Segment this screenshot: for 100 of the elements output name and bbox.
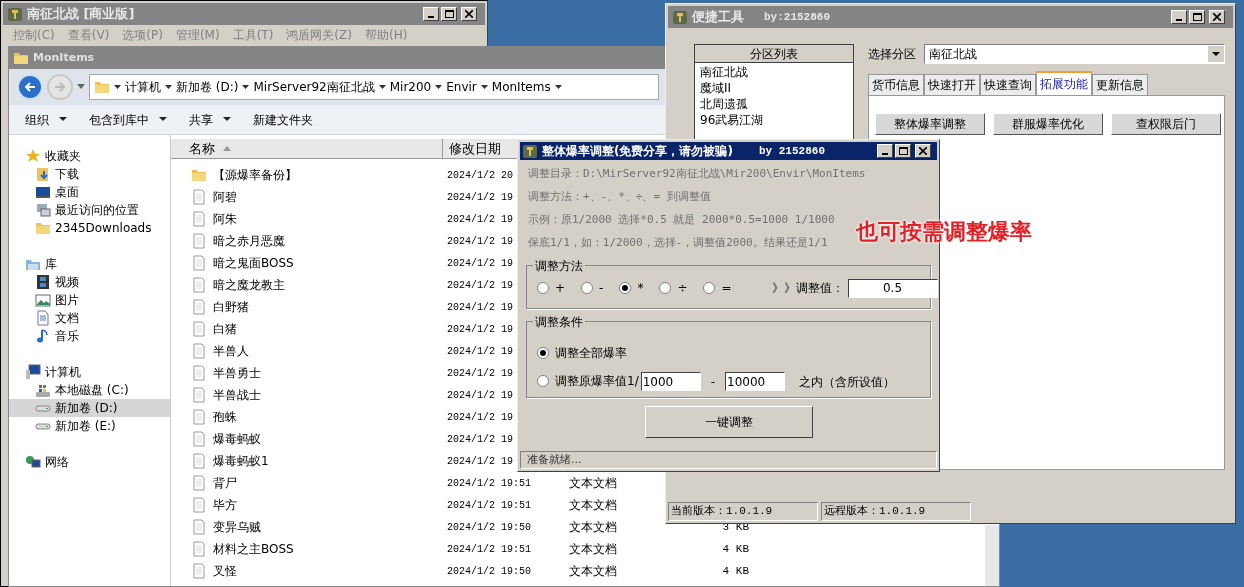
radio-button[interactable]: [537, 347, 549, 359]
partition-item[interactable]: 魔域II: [695, 79, 853, 95]
min-rate-field[interactable]: 1000: [640, 372, 701, 391]
file-name[interactable]: 阿碧: [213, 188, 237, 206]
minimize-button[interactable]: [1171, 10, 1187, 24]
radio-button[interactable]: [537, 282, 549, 294]
status-field: 当前版本：1.0.1.9: [668, 502, 818, 521]
nav-item[interactable]: 音乐: [9, 327, 170, 345]
folder-icon: [191, 167, 207, 183]
partition-item[interactable]: 南征北战: [695, 63, 853, 79]
back-button[interactable]: [17, 74, 43, 100]
value-field[interactable]: 0.5: [847, 278, 938, 298]
partition-item[interactable]: 北周遗孤: [695, 95, 853, 111]
column-header[interactable]: 名称: [171, 139, 443, 158]
radio-label[interactable]: =: [721, 279, 732, 297]
breadcrumb-item[interactable]: Envir: [446, 78, 477, 96]
feature-button[interactable]: 查权限后门: [1111, 113, 1221, 135]
radio-label[interactable]: 调整全部爆率: [555, 344, 627, 362]
film-icon: [35, 274, 51, 290]
app-icon: [7, 6, 23, 22]
breadcrumb-item[interactable]: MirServer92南征北战: [253, 78, 375, 96]
tab[interactable]: 快速查询: [980, 74, 1036, 95]
toolbar-button[interactable]: 共享: [189, 110, 231, 129]
nav-item[interactable]: 图片: [9, 291, 170, 309]
music-note-icon: [35, 328, 51, 344]
radio-label[interactable]: -: [599, 279, 604, 297]
radio-label[interactable]: 调整原爆率值1/: [555, 372, 639, 390]
toolbar-button[interactable]: 组织: [25, 110, 67, 129]
maximize-button[interactable]: [1189, 10, 1205, 24]
file-name[interactable]: 毕方: [213, 496, 237, 514]
close-button[interactable]: [915, 144, 931, 158]
feature-button[interactable]: 群服爆率优化: [993, 113, 1103, 135]
file-name[interactable]: 背尸: [213, 474, 237, 492]
nav-item[interactable]: 下载: [9, 165, 170, 183]
radio-label[interactable]: ÷: [677, 279, 688, 297]
file-name[interactable]: 爆毒蚂蚁1: [213, 452, 269, 470]
file-name[interactable]: 材料之主BOSS: [213, 540, 294, 558]
file-name[interactable]: 阿朱: [213, 210, 237, 228]
close-button[interactable]: [461, 7, 477, 21]
file-name[interactable]: 半兽战士: [213, 386, 261, 404]
tab[interactable]: 拓展功能: [1036, 71, 1092, 95]
breadcrumb-item[interactable]: 计算机: [125, 78, 161, 96]
vertical-scrollbar[interactable]: [985, 525, 999, 586]
picture-icon: [35, 292, 51, 308]
file-name[interactable]: 变异乌贼: [213, 518, 261, 536]
nav-item[interactable]: 新加卷 (D:): [9, 399, 170, 417]
partition-item[interactable]: 96武易江湖: [695, 111, 853, 127]
toolbar-button[interactable]: 包含到库中: [89, 110, 167, 129]
nav-item[interactable]: 最近访问的位置: [9, 201, 170, 219]
radio-button[interactable]: [619, 282, 632, 294]
app-icon: [672, 9, 688, 25]
nav-item[interactable]: 网络: [9, 453, 170, 471]
modified-date: 2024/1/2 19: [447, 234, 513, 249]
nav-item[interactable]: 库: [9, 255, 170, 273]
nav-item[interactable]: 桌面: [9, 183, 170, 201]
nav-item[interactable]: 收藏夹: [9, 147, 170, 165]
file-type: 文本文档: [569, 519, 617, 536]
feature-button[interactable]: 整体爆率调整: [875, 113, 985, 135]
maximize-button[interactable]: [895, 144, 911, 158]
modified-date: 2024/1/2 19: [447, 212, 513, 227]
maximize-button[interactable]: [441, 7, 457, 21]
file-name[interactable]: 孢蛛: [213, 408, 237, 426]
nav-item[interactable]: 新加卷 (E:): [9, 417, 170, 435]
nav-item[interactable]: 2345Downloads: [9, 219, 170, 237]
file-name[interactable]: 爆毒蚂蚁: [213, 430, 261, 448]
nav-item[interactable]: 文档: [9, 309, 170, 327]
radio-button[interactable]: [537, 375, 549, 387]
file-name[interactable]: 白猪: [213, 320, 237, 338]
nav-item[interactable]: 本地磁盘 (C:): [9, 381, 170, 399]
minimize-button[interactable]: [877, 144, 893, 158]
radio-button[interactable]: [703, 282, 716, 294]
breadcrumb-item[interactable]: Mir200: [389, 78, 432, 96]
max-rate-field[interactable]: 10000: [725, 372, 786, 391]
file-name[interactable]: 暗之魔龙教主: [213, 276, 285, 294]
radio-label[interactable]: +: [555, 279, 566, 297]
nav-item[interactable]: 计算机: [9, 363, 170, 381]
file-name[interactable]: 半兽人: [213, 342, 249, 360]
radio-label[interactable]: *: [637, 279, 644, 297]
file-name[interactable]: 叉怪: [213, 562, 237, 580]
file-name[interactable]: 暗之鬼面BOSS: [213, 254, 294, 272]
radio-button[interactable]: [659, 282, 672, 294]
partition-dropdown[interactable]: 南征北战: [924, 44, 1225, 64]
close-button[interactable]: [1209, 10, 1225, 24]
nav-item[interactable]: 视频: [9, 273, 170, 291]
file-name[interactable]: 半兽勇士: [213, 364, 261, 382]
breadcrumb-item[interactable]: 新加卷 (D:): [176, 78, 239, 96]
apply-button[interactable]: 一键调整: [644, 406, 813, 438]
radio-button[interactable]: [581, 282, 594, 294]
modified-date: 2024/1/2 19: [447, 344, 513, 359]
tab[interactable]: 快速打开: [924, 74, 980, 95]
breadcrumb-item[interactable]: MonItems: [491, 78, 551, 96]
tab[interactable]: 货币信息: [868, 74, 924, 95]
toolbar-button[interactable]: 新建文件夹: [253, 110, 313, 129]
minimize-button[interactable]: [423, 7, 439, 21]
file-name[interactable]: 暗之赤月恶魔: [213, 232, 285, 250]
file-name[interactable]: 【源爆率备份】: [213, 166, 297, 184]
file-name[interactable]: 白野猪: [213, 298, 249, 316]
tab[interactable]: 更新信息: [1092, 74, 1148, 95]
address-bar[interactable]: 计算机 新加卷 (D:) MirServer92南征北战 Mir200 Envir MonItems: [89, 74, 659, 100]
caret-icon: [77, 84, 85, 90]
